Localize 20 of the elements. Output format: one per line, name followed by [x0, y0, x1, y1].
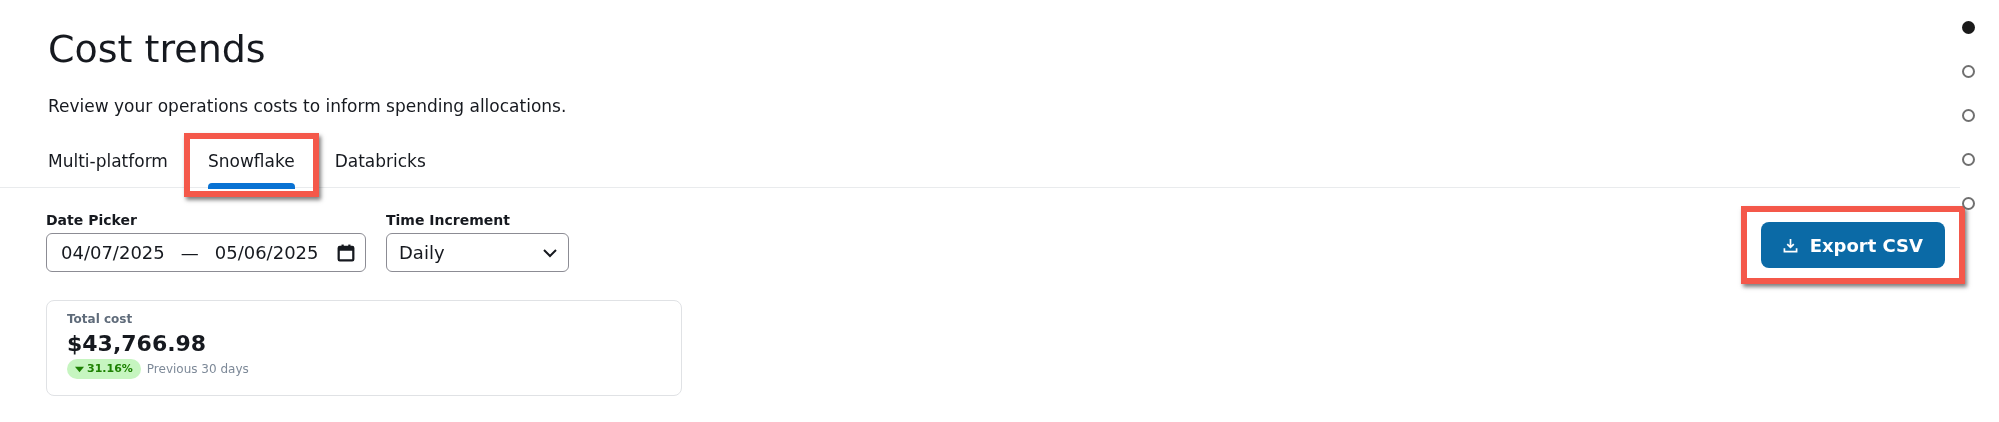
- calendar-icon[interactable]: [337, 243, 355, 262]
- tab[interactable]: Snowflake: [195, 135, 307, 187]
- time-increment-dropdown[interactable]: Daily: [386, 233, 569, 272]
- triangle-down-icon: [75, 364, 84, 374]
- change-badge: 31.16%: [67, 359, 141, 379]
- date-value: 04/07/2025: [61, 241, 165, 265]
- date-separator: —: [180, 241, 199, 265]
- tab[interactable]: Databricks: [322, 135, 438, 187]
- field-label: Time Increment: [386, 211, 511, 230]
- date-range-field[interactable]: 04/07/2025 — 05/06/2025: [46, 233, 366, 272]
- page-title: Cost trends: [48, 26, 266, 72]
- card-label: Total cost: [67, 311, 134, 327]
- date-value: 05/06/2025: [214, 241, 319, 265]
- download-icon: [1782, 237, 1798, 253]
- page-description: Review your operations costs to inform spending allocations.: [48, 95, 567, 118]
- tab[interactable]: Multi-platform: [36, 135, 180, 187]
- comparison-period: Previous 30 days: [146, 361, 249, 378]
- field-label: Date Picker: [46, 211, 138, 230]
- total-cost-value: $43,766.98: [67, 330, 208, 358]
- export-csv-button[interactable]: Export CSV: [1760, 222, 1945, 268]
